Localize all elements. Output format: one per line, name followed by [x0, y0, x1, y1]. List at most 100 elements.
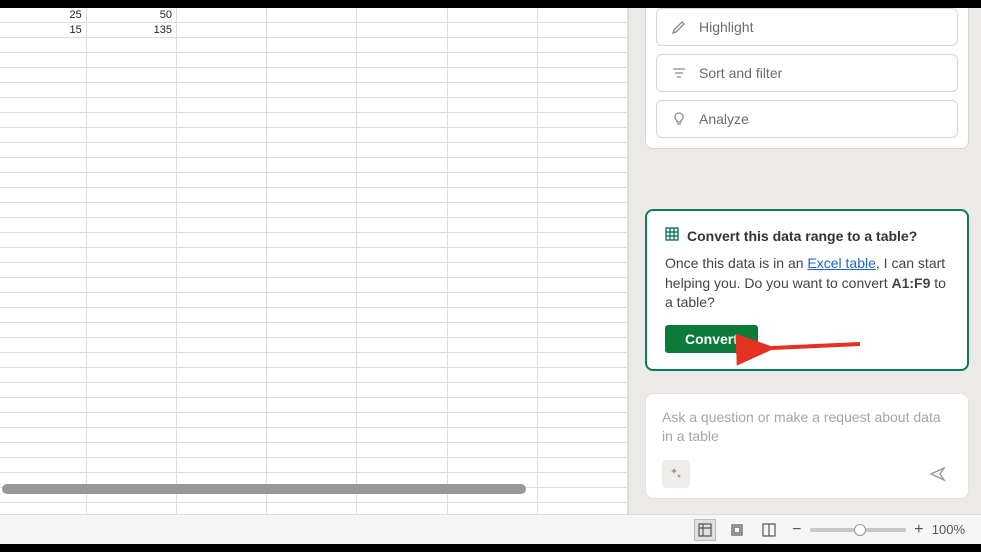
- table-row[interactable]: [0, 158, 628, 173]
- cell[interactable]: [0, 233, 87, 247]
- cell[interactable]: [538, 158, 628, 172]
- cell[interactable]: [0, 173, 87, 187]
- cell[interactable]: 25: [0, 8, 87, 22]
- cell[interactable]: [538, 293, 628, 307]
- cell[interactable]: [177, 293, 267, 307]
- cell[interactable]: [267, 263, 357, 277]
- cell[interactable]: [538, 368, 628, 382]
- table-row[interactable]: [0, 368, 628, 383]
- cell[interactable]: [0, 83, 87, 97]
- cell[interactable]: [177, 323, 267, 337]
- cell[interactable]: [448, 443, 538, 457]
- spreadsheet-area[interactable]: 25 50 15 135: [0, 8, 629, 514]
- cell[interactable]: [267, 158, 357, 172]
- cell[interactable]: [448, 458, 538, 472]
- cell[interactable]: [267, 233, 357, 247]
- cell[interactable]: [357, 278, 447, 292]
- cell[interactable]: [357, 503, 447, 514]
- table-row[interactable]: [0, 83, 628, 98]
- cell[interactable]: [267, 128, 357, 142]
- cell[interactable]: [177, 53, 267, 67]
- cell[interactable]: [538, 428, 628, 442]
- cell[interactable]: [87, 188, 177, 202]
- cell[interactable]: [357, 38, 447, 52]
- cell[interactable]: [267, 188, 357, 202]
- cell[interactable]: [0, 383, 87, 397]
- cell[interactable]: [448, 413, 538, 427]
- table-row[interactable]: [0, 308, 628, 323]
- cell[interactable]: [267, 398, 357, 412]
- cell[interactable]: [87, 278, 177, 292]
- cell[interactable]: [87, 413, 177, 427]
- excel-table-link[interactable]: Excel table: [807, 255, 875, 271]
- cell[interactable]: [448, 128, 538, 142]
- cell[interactable]: [357, 98, 447, 112]
- cell[interactable]: [357, 323, 447, 337]
- convert-button[interactable]: Convert: [665, 325, 758, 353]
- cell[interactable]: [177, 113, 267, 127]
- cell[interactable]: [448, 188, 538, 202]
- cell[interactable]: [357, 83, 447, 97]
- cell[interactable]: [177, 383, 267, 397]
- cell[interactable]: [87, 218, 177, 232]
- cell[interactable]: [267, 383, 357, 397]
- cell[interactable]: [0, 38, 87, 52]
- cell[interactable]: [0, 98, 87, 112]
- table-row[interactable]: [0, 113, 628, 128]
- cell[interactable]: [538, 143, 628, 157]
- cell[interactable]: [357, 443, 447, 457]
- cell[interactable]: [267, 248, 357, 262]
- cell[interactable]: [87, 443, 177, 457]
- cell[interactable]: [177, 128, 267, 142]
- cell[interactable]: [87, 368, 177, 382]
- cell[interactable]: [538, 383, 628, 397]
- cell[interactable]: [0, 263, 87, 277]
- cell[interactable]: [357, 128, 447, 142]
- cell[interactable]: [177, 338, 267, 352]
- cell[interactable]: [357, 113, 447, 127]
- cell[interactable]: [0, 323, 87, 337]
- cell[interactable]: [177, 38, 267, 52]
- cell[interactable]: [87, 98, 177, 112]
- cell[interactable]: [177, 83, 267, 97]
- cell[interactable]: [177, 8, 267, 22]
- cell[interactable]: [267, 413, 357, 427]
- cell[interactable]: [267, 323, 357, 337]
- cell[interactable]: [357, 23, 447, 37]
- normal-view-button[interactable]: [694, 519, 716, 541]
- cell[interactable]: [177, 398, 267, 412]
- cell[interactable]: [357, 308, 447, 322]
- cell[interactable]: [538, 503, 628, 514]
- cell[interactable]: [87, 458, 177, 472]
- cell[interactable]: [177, 188, 267, 202]
- cell[interactable]: [87, 38, 177, 52]
- cell[interactable]: [87, 173, 177, 187]
- cell[interactable]: [538, 113, 628, 127]
- cell[interactable]: [0, 143, 87, 157]
- cell[interactable]: [177, 203, 267, 217]
- cell[interactable]: [177, 23, 267, 37]
- cell[interactable]: [177, 233, 267, 247]
- cell[interactable]: [267, 23, 357, 37]
- cell[interactable]: [538, 413, 628, 427]
- cell[interactable]: [357, 263, 447, 277]
- zoom-level[interactable]: 100%: [932, 522, 965, 537]
- table-row[interactable]: [0, 248, 628, 263]
- cell[interactable]: [357, 203, 447, 217]
- table-row[interactable]: [0, 428, 628, 443]
- cell[interactable]: [87, 128, 177, 142]
- cell[interactable]: [267, 293, 357, 307]
- table-row[interactable]: [0, 218, 628, 233]
- cell[interactable]: [267, 173, 357, 187]
- table-row[interactable]: [0, 68, 628, 83]
- cell[interactable]: [538, 308, 628, 322]
- cell[interactable]: [448, 278, 538, 292]
- cell[interactable]: [0, 218, 87, 232]
- cell[interactable]: 135: [87, 23, 177, 37]
- cell[interactable]: [357, 413, 447, 427]
- cell[interactable]: [357, 293, 447, 307]
- cell[interactable]: [267, 428, 357, 442]
- cell[interactable]: [177, 263, 267, 277]
- cell[interactable]: [448, 338, 538, 352]
- cell[interactable]: [267, 368, 357, 382]
